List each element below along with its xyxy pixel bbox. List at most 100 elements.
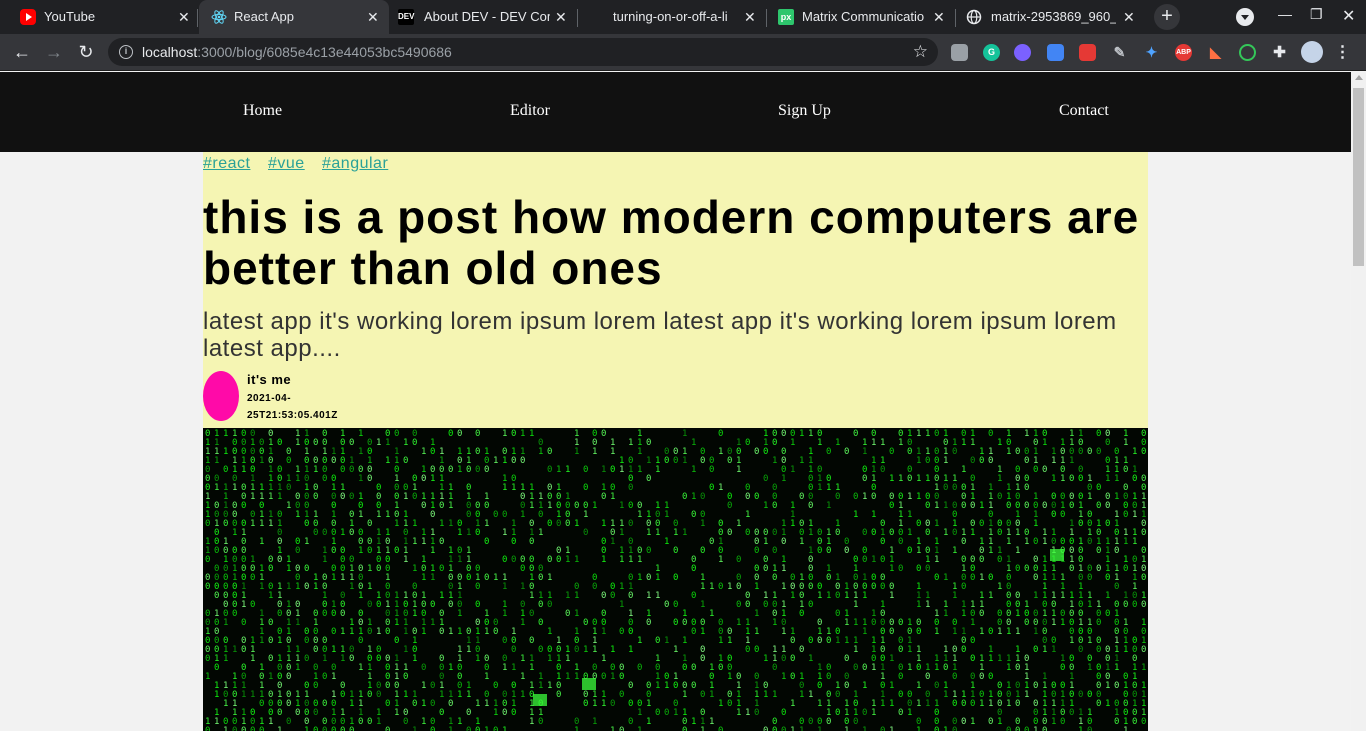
svg-text:1: 1 — [871, 708, 876, 718]
bookmark-star-icon[interactable]: ☆ — [913, 42, 928, 62]
svg-text:1: 1 — [673, 708, 678, 718]
url-text[interactable]: localhost:3000/blog/6085e4c13e44053bc549… — [142, 44, 452, 60]
scroll-up-arrow-icon[interactable] — [1355, 75, 1363, 80]
translate-icon[interactable] — [1047, 44, 1064, 61]
svg-text:1: 1 — [763, 690, 768, 700]
video-icon[interactable] — [1079, 44, 1096, 61]
grammarly-icon[interactable]: G — [983, 44, 1000, 61]
svg-text:0: 0 — [691, 591, 696, 601]
svg-text:0: 0 — [268, 618, 273, 628]
tag-link[interactable]: #react — [203, 155, 250, 173]
svg-text:1: 1 — [619, 528, 624, 538]
bird-icon[interactable]: ✦ — [1143, 44, 1160, 61]
tab-matrix-image[interactable]: matrix-2953869_960_ ✕ — [956, 0, 1145, 34]
svg-text:1: 1 — [1087, 492, 1092, 502]
new-tab-button[interactable]: + — [1154, 4, 1180, 30]
tag-link[interactable]: #angular — [322, 155, 388, 173]
svg-text:0: 0 — [853, 429, 858, 439]
close-icon[interactable]: ✕ — [744, 9, 756, 26]
svg-text:0: 0 — [880, 582, 885, 592]
svg-text:1: 1 — [889, 654, 894, 664]
tag-link[interactable]: #vue — [268, 155, 305, 173]
svg-text:1: 1 — [259, 519, 264, 529]
maximize-icon[interactable]: ❐ — [1310, 6, 1323, 23]
tab-turning-on-off[interactable]: turning-on-or-off-a-li ✕ — [578, 0, 767, 34]
tab-search-icon[interactable] — [1236, 8, 1254, 26]
close-icon[interactable]: ✕ — [178, 9, 190, 26]
orb-icon[interactable] — [1014, 44, 1031, 61]
close-icon[interactable]: ✕ — [367, 9, 379, 26]
page-scrollbar[interactable] — [1351, 72, 1366, 731]
svg-text:0: 0 — [448, 600, 453, 610]
svg-text:0: 0 — [1087, 537, 1092, 547]
nav-link-sign-up[interactable]: Sign Up — [778, 102, 831, 120]
svg-text:1: 1 — [889, 699, 894, 709]
avatar — [203, 371, 239, 421]
svg-text:0: 0 — [322, 672, 327, 682]
svg-text:0: 0 — [718, 582, 723, 592]
svg-text:0: 0 — [871, 618, 876, 628]
nav-link-home[interactable]: Home — [243, 102, 282, 120]
svg-text:1: 1 — [718, 447, 723, 457]
svg-text:1: 1 — [358, 447, 363, 457]
nav-link-contact[interactable]: Contact — [1059, 102, 1109, 120]
svg-text:1: 1 — [331, 573, 336, 583]
menu-icon[interactable]: ⋮ — [1334, 44, 1351, 61]
svg-text:0: 0 — [1132, 717, 1137, 727]
close-icon[interactable]: ✕ — [933, 9, 945, 26]
abp-icon[interactable]: ABP — [1175, 44, 1192, 61]
svg-text:1: 1 — [1051, 573, 1056, 583]
ext-icon[interactable] — [951, 44, 968, 61]
svg-text:0: 0 — [367, 600, 372, 610]
svg-text:0: 0 — [664, 708, 669, 718]
svg-text:1: 1 — [403, 438, 408, 448]
svg-text:1: 1 — [1069, 636, 1074, 646]
svg-text:0: 0 — [709, 537, 714, 547]
svg-text:0: 0 — [538, 600, 543, 610]
back-icon[interactable]: ← — [10, 41, 34, 65]
svg-text:1: 1 — [835, 438, 840, 448]
puzzle-icon[interactable]: ✚ — [1271, 44, 1288, 61]
svg-text:1: 1 — [907, 663, 912, 673]
svg-text:1: 1 — [943, 609, 948, 619]
pen-icon[interactable]: ✎ — [1111, 44, 1128, 61]
svg-text:1: 1 — [853, 510, 858, 520]
scroll-thumb[interactable] — [1353, 88, 1364, 266]
profile-avatar[interactable] — [1301, 41, 1323, 63]
svg-text:1: 1 — [529, 591, 534, 601]
svg-text:0: 0 — [484, 501, 489, 511]
svg-text:0: 0 — [646, 474, 651, 484]
svg-text:1: 1 — [466, 528, 471, 538]
site-info-icon[interactable]: i — [119, 45, 133, 59]
tab-about-dev[interactable]: DEV About DEV - DEV Com ✕ — [389, 0, 578, 34]
minimize-icon[interactable]: — — [1278, 6, 1292, 22]
tab-react-app[interactable]: React App ✕ — [199, 0, 389, 34]
svg-text:0: 0 — [925, 501, 930, 511]
svg-text:0: 0 — [817, 546, 822, 556]
svg-text:0: 0 — [313, 645, 318, 655]
svg-text:0: 0 — [1060, 510, 1065, 520]
forward-icon[interactable]: → — [42, 41, 66, 65]
ext-icon[interactable] — [1239, 44, 1256, 61]
svg-text:0: 0 — [988, 573, 993, 583]
svg-text:0: 0 — [394, 546, 399, 556]
close-icon[interactable]: ✕ — [1123, 9, 1135, 26]
close-icon[interactable]: ✕ — [555, 9, 567, 26]
address-bar[interactable]: i localhost:3000/blog/6085e4c13e44053bc5… — [108, 38, 938, 66]
svg-text:1: 1 — [754, 627, 759, 637]
tab-youtube[interactable]: YouTube ✕ — [8, 0, 198, 34]
svg-text:0: 0 — [628, 717, 633, 727]
ext-icon[interactable]: ◣ — [1207, 44, 1224, 61]
tab-matrix-communication[interactable]: px Matrix Communicatio ✕ — [767, 0, 956, 34]
svg-text:0: 0 — [475, 429, 480, 439]
svg-text:0: 0 — [241, 726, 246, 731]
reload-icon[interactable]: ↻ — [74, 41, 98, 65]
window-close-icon[interactable]: ✕ — [1342, 6, 1355, 26]
svg-text:0: 0 — [223, 519, 228, 529]
svg-text:1: 1 — [682, 636, 687, 646]
nav-link-editor[interactable]: Editor — [510, 102, 550, 120]
svg-text:1: 1 — [637, 447, 642, 457]
svg-text:1: 1 — [1087, 600, 1092, 610]
svg-text:1: 1 — [466, 690, 471, 700]
svg-text:0: 0 — [304, 519, 309, 529]
